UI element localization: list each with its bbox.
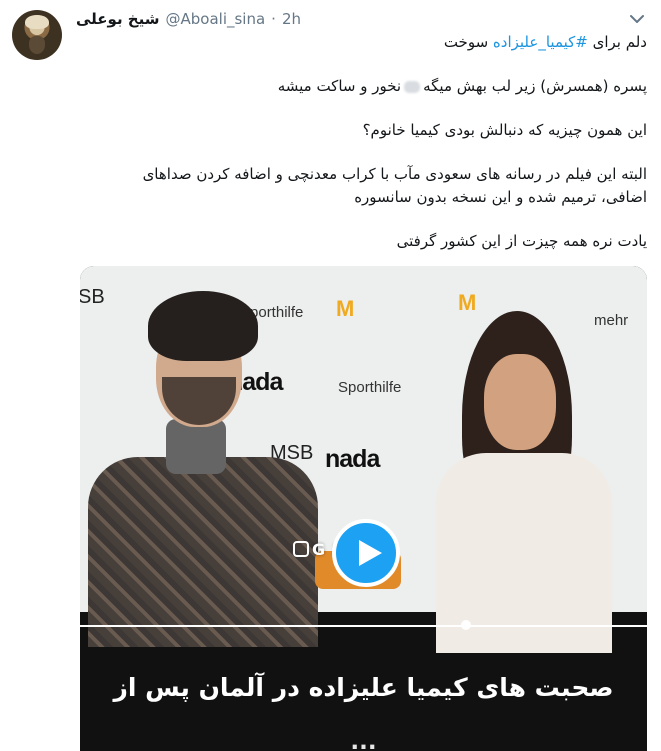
play-icon xyxy=(359,540,382,566)
tweet-text-line5: اضافی، ترمیم شده و این نسخه بدون سانسوره xyxy=(354,188,647,206)
video-caption-line2: ... xyxy=(350,729,377,751)
tweet-header: شیخ بوعلی @Aboali_sina · 2h xyxy=(76,9,301,29)
text-line2-part2: نخور و ساکت میشه xyxy=(277,77,402,95)
grey-sweater xyxy=(166,419,226,474)
video-caption-line1: صحبت های کیمیا علیزاده در آلمان پس از xyxy=(113,673,614,702)
plaid-coat xyxy=(88,457,318,647)
video-progress-knob[interactable] xyxy=(461,620,471,630)
logo-nada-right: nada xyxy=(325,445,380,473)
tweet-text-line4: البته این فیلم در رسانه های سعودی مآب با… xyxy=(142,165,647,183)
avatar-beard xyxy=(29,36,45,54)
play-button[interactable] xyxy=(332,519,400,587)
profile-avatar[interactable] xyxy=(12,10,62,60)
avatar-turban xyxy=(25,15,49,29)
tweet-text-line2: پسره (همسرش) زیر لب بهش میگه نخور و ساکت … xyxy=(86,75,647,98)
text-line2-part1: پسره (همسرش) زیر لب بهش میگه xyxy=(423,77,647,95)
man-figure xyxy=(88,291,318,647)
tweet-text-line3: این همون چیزیه که دنبالش بودی کیمیا خانو… xyxy=(362,121,647,139)
tweet: شیخ بوعلی @Aboali_sina · 2h دلم برای #کی… xyxy=(0,0,661,751)
logo-sb: SB xyxy=(80,286,105,308)
text-prefix: دلم برای xyxy=(587,33,647,51)
censored-emoji-icon xyxy=(404,80,421,93)
display-name[interactable]: شیخ بوعلی xyxy=(76,10,160,28)
video-progress-track[interactable] xyxy=(80,625,647,627)
tweet-time[interactable]: 2h xyxy=(282,10,301,28)
woman-face xyxy=(484,354,556,450)
tweet-menu-caret[interactable] xyxy=(629,10,645,23)
user-handle[interactable]: @Aboali_sina xyxy=(166,10,266,28)
text-suffix: سوخت xyxy=(443,33,493,51)
tweet-text-line1: دلم برای #کیمیا_علیزاده سوخت xyxy=(86,31,647,54)
instagram-icon xyxy=(293,541,309,557)
hashtag-link[interactable]: #کیمیا_علیزاده xyxy=(493,33,588,51)
tweet-text-line6: یادت نره همه چیزت از این کشور گرفتی xyxy=(396,232,647,250)
chevron-down-icon xyxy=(630,15,644,23)
logo-yellow-m: M xyxy=(336,296,355,321)
man-hair xyxy=(148,291,258,361)
video-player[interactable]: SB Sporthilfe M M nada Sporthilfe MSB na… xyxy=(80,266,647,751)
woman-figure xyxy=(382,291,612,653)
separator-dot: · xyxy=(271,10,276,28)
